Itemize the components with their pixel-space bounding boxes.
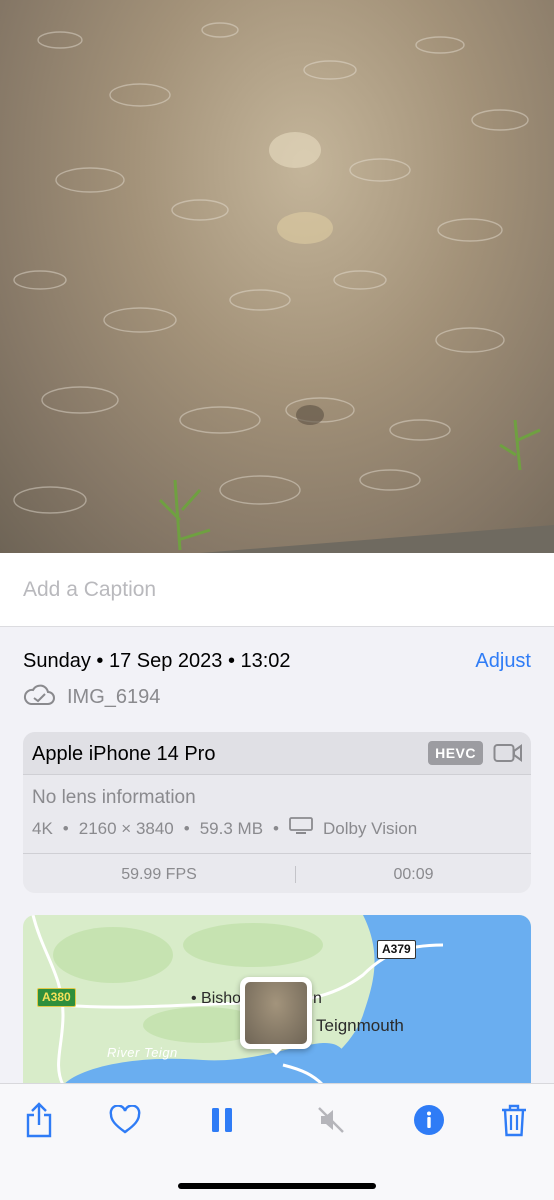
- video-stats: 59.99 FPS 00:09: [23, 853, 531, 893]
- mute-icon: [316, 1105, 346, 1140]
- delete-button[interactable]: [494, 1102, 534, 1142]
- mute-button[interactable]: [311, 1102, 351, 1142]
- share-icon: [24, 1101, 54, 1143]
- map-town-label-end: n: [313, 990, 322, 1007]
- road-a380-shield: A380: [37, 988, 76, 1007]
- device-name: Apple iPhone 14 Pro: [32, 743, 216, 765]
- cloud-icon: [23, 684, 55, 711]
- hdr-label: Dolby Vision: [322, 818, 418, 838]
- road-a379-shield: A379: [377, 940, 416, 959]
- fps-label: 59.99 FPS: [121, 866, 197, 883]
- dimensions-label: 2160 × 3840: [78, 818, 174, 838]
- map-town-label: • Bisho: [191, 990, 242, 1007]
- file-size-label: 59.3 MB: [199, 818, 264, 838]
- resolution-label: 4K: [32, 818, 53, 838]
- home-indicator: [178, 1183, 376, 1189]
- pin-pointer: [268, 1047, 284, 1055]
- adjust-button[interactable]: Adjust: [475, 650, 531, 673]
- file-row: IMG_6194: [23, 684, 160, 710]
- pin-thumbnail: [245, 982, 307, 1044]
- photo-location-pin[interactable]: [240, 977, 312, 1049]
- caption-input[interactable]: [23, 575, 523, 605]
- device-info-card: Apple iPhone 14 Pro HEVC No lens informa…: [23, 732, 531, 893]
- pause-button[interactable]: [202, 1102, 242, 1142]
- pause-icon: [211, 1107, 233, 1138]
- trash-icon: [500, 1103, 528, 1142]
- capture-datetime: Sunday • 17 Sep 2023 • 13:02: [23, 650, 291, 672]
- display-icon: [289, 817, 323, 840]
- info-button[interactable]: [409, 1102, 449, 1142]
- heart-icon: [109, 1103, 141, 1140]
- lens-info: No lens information: [32, 787, 196, 808]
- duration-label: 00:09: [393, 866, 434, 883]
- device-header: Apple iPhone 14 Pro HEVC: [23, 732, 531, 775]
- favorite-button[interactable]: [105, 1102, 145, 1142]
- video-camera-icon: [493, 743, 523, 768]
- map-place-label: Teignmouth: [316, 1016, 404, 1035]
- photo-preview[interactable]: [0, 0, 554, 553]
- share-button[interactable]: [19, 1101, 59, 1143]
- rain-puddle-image: [13, 22, 554, 553]
- codec-badge: HEVC: [428, 741, 483, 765]
- video-specs: 4K • 2160 × 3840 • 59.3 MB • Dolby Visio…: [32, 817, 417, 840]
- river-label: River Teign: [107, 1045, 178, 1060]
- caption-section: [0, 553, 554, 627]
- file-name: IMG_6194: [67, 685, 161, 708]
- info-icon: [413, 1104, 445, 1141]
